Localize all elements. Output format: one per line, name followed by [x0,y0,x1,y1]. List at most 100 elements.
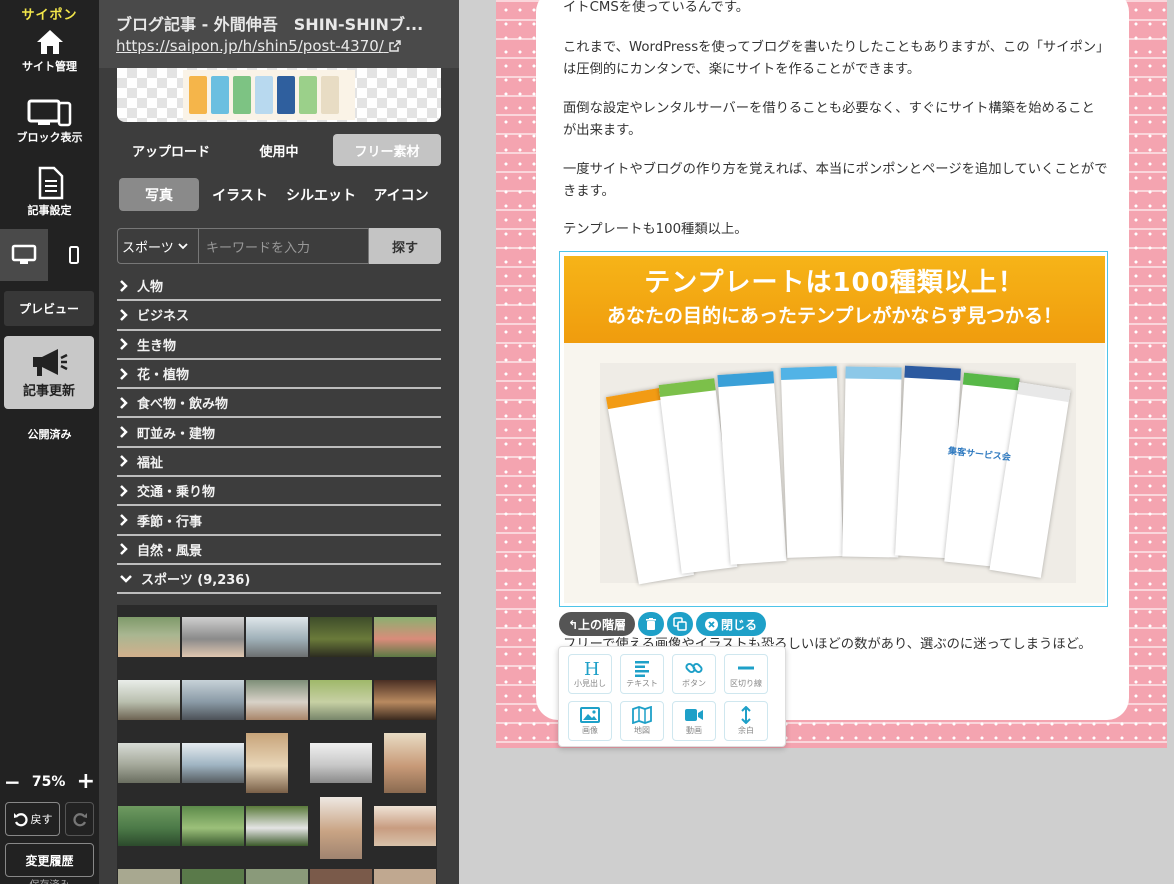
preview-button[interactable]: プレビュー [4,291,94,326]
photo-thumbnail[interactable] [182,743,244,783]
editor-canvas: イトCMSを使っているんです。 これまで、WordPressを使ってブログを書い… [496,0,1167,748]
photo-thumbnail[interactable] [118,617,180,657]
add-button-button[interactable]: ボタン [672,654,716,694]
chevron-right-icon [120,338,128,351]
category-item[interactable]: 町並み・建物 [117,418,441,448]
category-item[interactable]: 自然・風景 [117,536,441,565]
photo-thumbnail[interactable] [246,733,288,793]
chevron-right-icon [120,543,128,556]
video-icon [685,709,703,721]
article-settings-button[interactable]: 記事設定 [0,166,99,218]
article-paragraph[interactable]: 一度サイトやブログの作り方を覚えれば、本当にポンポンとページを追加していくことが… [563,159,1108,203]
add-divider-button[interactable]: 区切り線 [724,654,768,694]
tab-illustration[interactable]: イラスト [199,178,281,211]
category-item[interactable]: 食べ物・飲み物 [117,389,441,419]
divider-icon [738,666,754,670]
category-label: スポーツ (9,236) [141,573,251,589]
block-display-button[interactable]: ブロック表示 [0,99,99,145]
category-item[interactable]: 福祉 [117,448,441,478]
photo-thumbnail[interactable] [246,617,308,657]
undo-button[interactable]: 戻す [5,802,60,836]
photo-thumbnail[interactable] [310,680,372,720]
tab-silhouette[interactable]: シルエット [281,178,361,211]
photo-thumbnail[interactable] [374,869,436,884]
category-item[interactable]: 人物 [117,272,441,302]
tab-upload[interactable]: アップロード [117,134,225,166]
mobile-icon [68,246,79,264]
photo-thumbnail[interactable] [320,797,362,859]
history-button[interactable]: 変更履歴 [5,843,94,877]
photo-thumbnail[interactable] [118,743,180,783]
category-label: 人物 [137,280,164,296]
article-paragraph[interactable]: 面倒な設定やレンタルサーバーを借りることも必要なく、すぐにサイト構築を始めること… [563,98,1108,142]
external-link-icon [388,40,401,52]
add-map-button[interactable]: 地図 [620,701,664,741]
heading-icon: H [584,659,599,677]
photo-thumbnail[interactable] [118,869,180,884]
site-admin-label: サイト管理 [22,60,77,73]
zoom-control: − 75% + [4,771,95,793]
photo-thumbnail[interactable] [374,617,436,657]
add-spacer-button[interactable]: 余白 [724,701,768,741]
selected-image-block[interactable]: テンプレートは100種類以上！ あなたの目的にあったテンプレがかならず見つかる！… [559,251,1108,607]
photo-thumbnail[interactable] [182,617,244,657]
chevron-right-icon [120,484,128,497]
category-item-expanded[interactable]: スポーツ (9,236) [117,565,441,595]
left-sidebar: サイポン サイト管理 ブロック表示 記事設定 プレビュー 記事更新 公開済み −… [0,0,99,884]
add-text-button[interactable]: テキスト [620,654,664,694]
mobile-view-button[interactable] [48,229,99,281]
map-icon [632,706,652,724]
photo-thumbnail[interactable] [246,806,308,846]
panel-header: ブログ記事 - 外間伸吾 SHIN-SHINブ... https://saipo… [99,0,459,68]
tab-photo[interactable]: 写真 [119,178,199,211]
add-video-button[interactable]: 動画 [672,701,716,741]
photo-thumbnail[interactable] [118,806,180,846]
photo-thumbnail[interactable] [374,680,436,720]
photo-thumbnail[interactable] [246,680,308,720]
photo-thumbnail[interactable] [118,680,180,720]
photo-thumbnail[interactable] [182,869,244,884]
delete-block-button[interactable] [638,612,664,636]
category-item[interactable]: 生き物 [117,331,441,360]
parent-level-button[interactable]: ↰上の階層 [559,612,635,636]
category-select-value: スポーツ [122,240,174,256]
photo-thumbnail[interactable] [310,869,372,884]
category-label: ビジネス [137,309,190,325]
add-image-button[interactable]: 画像 [568,701,612,741]
search-button[interactable]: 探す [369,228,441,264]
search-row: スポーツ キーワードを入力 探す [117,228,441,264]
photo-thumbnail[interactable] [182,806,244,846]
category-item[interactable]: 季節・行事 [117,506,441,536]
photo-thumbnail[interactable] [384,733,426,793]
tab-icon[interactable]: アイコン [361,178,441,211]
chevron-down-icon [120,574,132,583]
tab-free-assets[interactable]: フリー素材 [333,134,441,166]
category-item[interactable]: ビジネス [117,301,441,331]
tab-in-use[interactable]: 使用中 [225,134,333,166]
photo-thumbnail[interactable] [310,743,372,783]
page-url-link[interactable]: https://saipon.jp/h/shin5/post-4370/ [116,37,401,55]
zoom-in-button[interactable]: + [77,771,95,793]
close-block-button[interactable]: 閉じる [696,612,766,636]
desktop-view-button[interactable] [0,229,48,281]
add-heading-button[interactable]: H 小見出し [568,654,612,694]
duplicate-block-button[interactable] [667,612,693,636]
site-admin-button[interactable]: サイト管理 [0,28,99,74]
publish-button[interactable]: 記事更新 [4,336,94,409]
category-item[interactable]: 花・植物 [117,360,441,390]
photo-thumbnail[interactable] [310,617,372,657]
article-paragraph[interactable]: これまで、WordPressを使ってブログを書いたりしたこともありますが、この「… [563,37,1108,81]
photo-thumbnail[interactable] [374,806,436,846]
chevron-right-icon [120,514,128,526]
article-paragraph[interactable]: テンプレートも100種類以上。 [563,219,1108,241]
photo-thumbnail[interactable] [246,869,308,884]
photo-thumbnail[interactable] [182,680,244,720]
article-paragraph[interactable]: イトCMSを使っているんです。 [563,0,1108,19]
banner-headline: テンプレートは100種類以上！ [644,268,1025,298]
zoom-out-button[interactable]: − [4,772,21,792]
keyword-input[interactable]: キーワードを入力 [198,228,369,264]
redo-button[interactable] [65,802,94,836]
image-icon [580,707,600,723]
category-select[interactable]: スポーツ [117,228,198,264]
category-item[interactable]: 交通・乗り物 [117,477,441,507]
